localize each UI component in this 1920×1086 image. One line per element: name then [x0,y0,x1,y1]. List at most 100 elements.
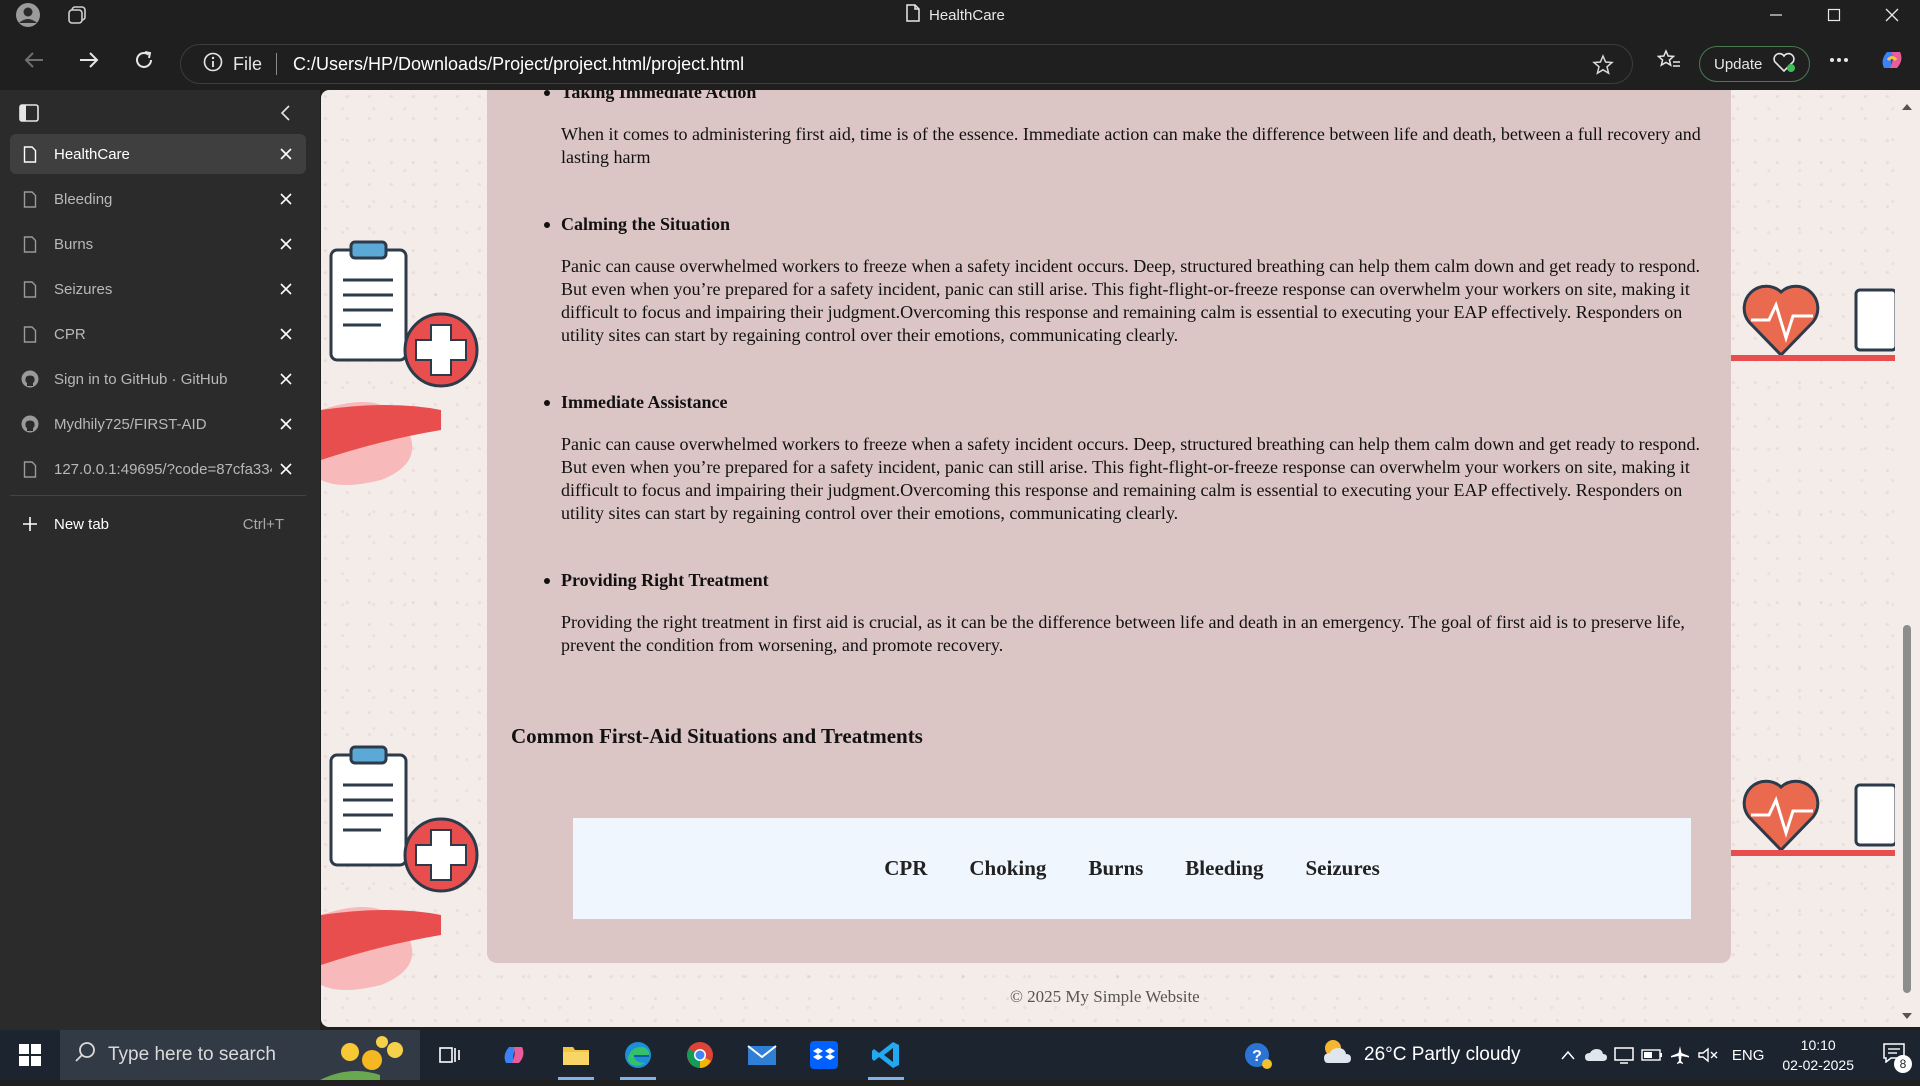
refresh-button[interactable] [126,42,162,78]
search-highlight-flowers-icon [320,1030,420,1086]
page-icon [20,189,40,209]
page-scrollbar[interactable] [1895,90,1920,1027]
item-title: Calming the Situation [544,214,1701,235]
taskbar-search-box[interactable]: Type here to search [60,1030,420,1080]
heart-monitor-illustration-icon [1731,250,1900,375]
tab-healthcare[interactable]: HealthCare [10,134,306,174]
favorite-star-icon[interactable] [1592,54,1614,81]
close-tab-icon[interactable] [272,410,300,438]
window-title: HealthCare [905,4,1005,25]
close-window-button[interactable] [1864,0,1920,30]
content-card: Taking Immediate Action When it comes to… [487,90,1731,963]
close-tab-icon[interactable] [272,230,300,258]
topic-link-choking[interactable]: Choking [969,856,1046,881]
file-explorer-icon[interactable] [552,1037,600,1080]
update-label: Update [1714,55,1763,73]
tab-github-repo[interactable]: Mydhily725/FIRST-AID [10,404,306,444]
item-title: Taking Immediate Action [544,90,1701,103]
dropbox-icon[interactable] [800,1037,848,1073]
address-separator [276,53,278,75]
new-tab-button[interactable]: New tab Ctrl+T [10,504,306,544]
copilot-app-icon[interactable] [490,1037,538,1073]
workspaces-icon[interactable] [66,5,88,25]
tab-bleeding[interactable]: Bleeding [10,179,306,219]
tab-label: 127.0.0.1:49695/?code=87cfa334 [54,460,272,478]
tab-localhost[interactable]: 127.0.0.1:49695/?code=87cfa334 [10,449,306,489]
item-text: Panic can cause overwhelmed workers to f… [561,434,1701,523]
battery-icon[interactable] [1638,1049,1666,1061]
edge-browser-icon[interactable] [614,1037,662,1080]
clock[interactable]: 10:10 02-02-2025 [1782,1035,1854,1075]
footer-copyright: © 2025 My Simple Website [1010,987,1200,1006]
tab-actions-icon[interactable] [19,104,39,127]
tab-cpr[interactable]: CPR [10,314,306,354]
partly-cloudy-icon [1320,1037,1354,1073]
collapse-sidebar-icon[interactable] [279,104,293,127]
first-aid-item: Immediate Assistance Panic can cause ove… [544,392,1701,525]
onedrive-icon[interactable] [1582,1048,1610,1062]
copilot-icon[interactable] [1874,42,1910,78]
item-text: When it comes to administering first aid… [561,124,1701,167]
more-options-button[interactable] [1821,42,1857,78]
close-tab-icon[interactable] [272,365,300,393]
chrome-icon[interactable] [676,1037,724,1073]
vscode-icon[interactable] [862,1037,910,1080]
item-text: Panic can cause overwhelmed workers to f… [561,256,1701,345]
address-bar[interactable]: File C:/Users/HP/Downloads/Project/proje… [180,44,1633,84]
title-bar: HealthCare [0,0,1920,30]
page-icon [20,459,40,479]
close-tab-icon[interactable] [272,320,300,348]
tab-label: Mydhily725/FIRST-AID [54,415,207,433]
browser-toolbar: File C:/Users/HP/Downloads/Project/proje… [0,30,1920,90]
scrollbar-thumb[interactable] [1903,625,1911,993]
page-icon [20,324,40,344]
forward-button[interactable] [71,42,107,78]
close-tab-icon[interactable] [272,455,300,483]
topic-link-seizures[interactable]: Seizures [1305,856,1379,881]
topic-link-cpr[interactable]: CPR [884,856,927,881]
display-icon[interactable] [1610,1046,1638,1064]
favorites-button[interactable] [1651,42,1687,78]
vertical-tabs-sidebar: HealthCare Bleeding Burns Seizures CPR S… [0,90,320,1030]
chevron-up-icon[interactable] [1554,1050,1582,1060]
tab-label: Seizures [54,280,113,298]
language-indicator[interactable]: ENG [1732,1047,1765,1064]
section-heading: Common First-Aid Situations and Treatmen… [511,724,923,748]
close-tab-icon[interactable] [272,185,300,213]
notifications-button[interactable]: 8 [1874,1030,1914,1080]
tab-burns[interactable]: Burns [10,224,306,264]
search-icon [74,1041,96,1069]
weather-widget[interactable]: 26°C Partly cloudy [1320,1030,1521,1080]
tab-github-signin[interactable]: Sign in to GitHub · GitHub [10,359,306,399]
close-tab-icon[interactable] [272,140,300,168]
page-icon [20,144,40,164]
mail-icon[interactable] [738,1037,786,1073]
airplane-mode-icon[interactable] [1666,1045,1694,1065]
minimize-button[interactable] [1748,0,1804,30]
volume-muted-icon[interactable] [1694,1046,1722,1064]
plus-icon [20,514,40,534]
profile-avatar-icon[interactable] [14,2,42,28]
help-icon[interactable]: ? [1233,1037,1283,1073]
site-info-button[interactable]: File [203,52,262,77]
close-tab-icon[interactable] [272,275,300,303]
scroll-down-icon[interactable] [1901,1007,1913,1025]
update-button[interactable]: Update [1699,46,1810,82]
task-view-icon[interactable] [426,1037,474,1073]
topic-link-bleeding[interactable]: Bleeding [1185,856,1263,881]
file-label: File [233,53,263,74]
url-text[interactable]: C:/Users/HP/Downloads/Project/project.ht… [293,54,744,75]
topic-link-burns[interactable]: Burns [1088,856,1143,881]
windows-start-icon[interactable] [6,1037,54,1073]
back-button[interactable] [16,42,52,78]
item-text: Providing the right treatment in first a… [561,612,1685,655]
sidebar-header [0,90,320,134]
search-placeholder: Type here to search [108,1044,276,1065]
item-title: Immediate Assistance [544,392,1701,413]
maximize-button[interactable] [1806,0,1862,30]
tab-label: Burns [54,235,94,253]
heart-monitor-illustration-icon [1731,745,1900,870]
scroll-up-icon[interactable] [1901,98,1913,116]
tab-seizures[interactable]: Seizures [10,269,306,309]
clipboard-illustration-icon [321,735,491,1000]
